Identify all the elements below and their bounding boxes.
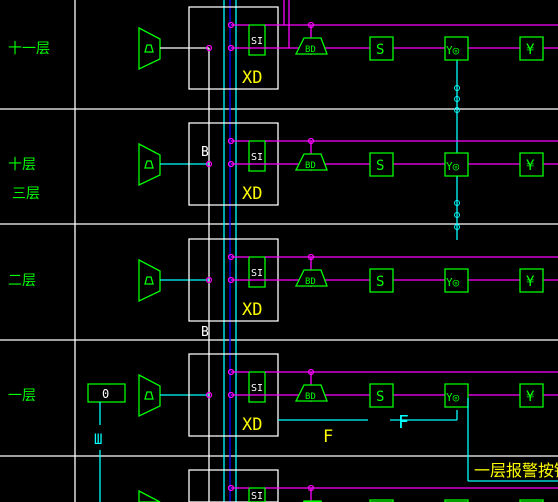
bus-label: F <box>398 412 409 433</box>
panel-label: 0 <box>102 387 109 401</box>
manual-alarm-button-glyph: Y◎ <box>446 44 460 57</box>
speaker-icon <box>138 142 161 187</box>
smoke-detector-glyph: S <box>376 158 384 174</box>
cabinet-code: XD <box>242 415 262 435</box>
broadcast-glyph: BD <box>305 392 316 402</box>
smoke-detector-glyph: S <box>376 274 384 290</box>
speaker-icon <box>138 489 161 502</box>
broadcast-riser-label: B <box>201 145 209 160</box>
module-label: SI <box>251 36 263 47</box>
heat-detector-glyph: ¥ <box>526 42 535 58</box>
cabinet-code: XD <box>242 300 262 320</box>
manual-alarm-button-glyph: Y◎ <box>446 391 460 404</box>
floor-label: 一层 <box>8 388 36 404</box>
broadcast-glyph: BD <box>305 161 316 171</box>
speaker-icon <box>138 26 161 71</box>
speaker-glyph <box>144 160 154 169</box>
manual-alarm-button-glyph: Y◎ <box>446 276 460 289</box>
note-text: 一层报警按钮点 <box>474 461 558 480</box>
speaker-icon <box>138 258 161 303</box>
module-label: SI <box>251 491 263 502</box>
floor-row-1: 十一层 SI XD BD S Y◎ ¥ <box>8 6 558 90</box>
cabinet-code: XD <box>242 184 262 204</box>
speaker-glyph <box>144 44 154 53</box>
panel-sub-label: Ш <box>94 432 102 448</box>
floor-row-3: 二层 SI XD BD S Y◎ ¥ <box>8 238 558 322</box>
label-f: F <box>323 427 333 447</box>
fire-alarm-system-diagram: 十一层 SIXDBD S Y◎ ¥十层三层SIXDBD S Y◎ ¥二层 SIXDBD S Y◎ ¥一… <box>0 0 558 502</box>
module-label: SI <box>251 268 263 279</box>
smoke-detector-glyph: S <box>376 42 384 58</box>
floor-row-2: 十层三层 SI XD BD S Y◎ ¥ <box>8 122 558 206</box>
manual-alarm-button-glyph: Y◎ <box>446 160 460 173</box>
floor-row-4: 一层 SI XD BD S Y◎ ¥ <box>8 353 558 437</box>
heat-detector-glyph: ¥ <box>526 389 535 405</box>
broadcast-glyph: BD <box>305 45 316 55</box>
speaker-icon <box>138 373 161 418</box>
broadcast-riser-label: B <box>201 325 209 340</box>
smoke-detector-glyph: S <box>376 389 384 405</box>
module-label: SI <box>251 383 263 394</box>
floor-label: 十层 <box>8 157 36 173</box>
heat-detector-glyph: ¥ <box>526 274 535 290</box>
broadcast-glyph: BD <box>305 277 316 287</box>
speaker-glyph <box>144 276 154 285</box>
cabinet-code: XD <box>242 68 262 88</box>
floor-label: 二层 <box>8 273 36 289</box>
heat-detector-glyph: ¥ <box>526 158 535 174</box>
floor-label: 十一层 <box>8 41 50 57</box>
module-label: SI <box>251 152 263 163</box>
floor-label: 三层 <box>12 186 40 202</box>
speaker-glyph <box>144 391 154 400</box>
